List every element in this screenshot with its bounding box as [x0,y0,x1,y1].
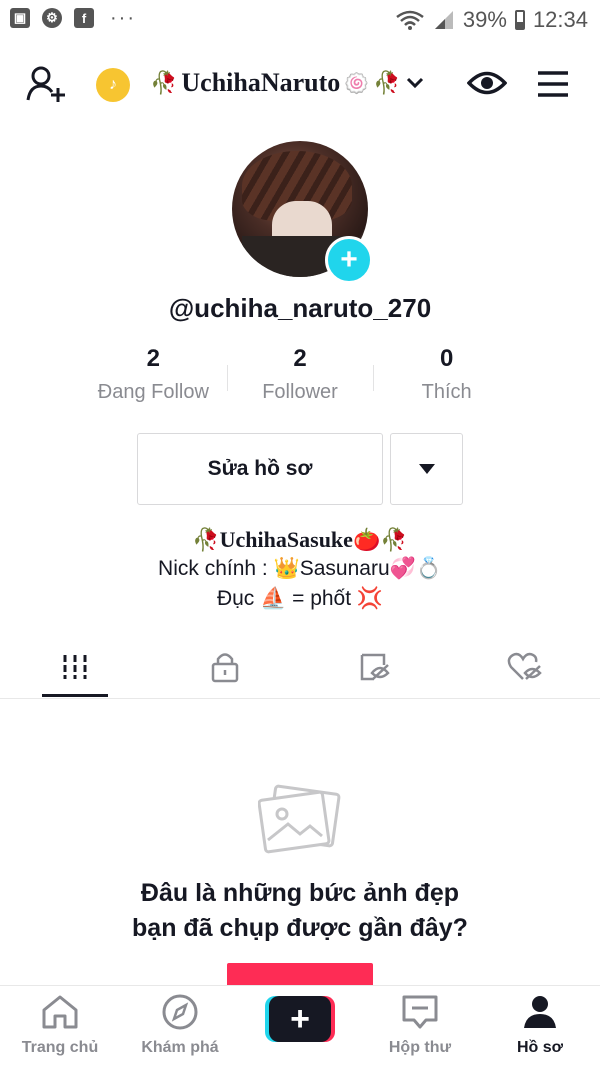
rose-icon: 🥀 [150,70,178,95]
empty-state-title: Đâu là những bức ảnh đẹp bạn đã chụp đượ… [0,876,600,946]
eye-icon[interactable] [467,66,507,100]
battery-percent: 39% [462,7,507,32]
nav-profile-label: Hồ sơ [516,1039,564,1056]
account-switcher[interactable]: 🥀 UchihaNaruto 🍥 🥀 [150,68,425,98]
signal-icon [434,11,453,29]
add-avatar-icon[interactable]: + [325,236,373,284]
rose-icon: 🥀 [373,70,401,95]
bio-line: Đục ⛵ = phốt 💢 [216,587,384,610]
following-stat[interactable]: 2 Đang Follow [80,345,227,415]
likes-stat[interactable]: 0 Thích [373,345,520,415]
liked-hidden-icon [507,652,542,680]
photos-icon [257,784,342,859]
edit-profile-button[interactable]: Sửa hồ sơ [137,433,383,505]
hidden-video-icon [360,653,390,681]
empty-state-line: Đâu là những bức ảnh đẹp [140,879,460,907]
bottom-nav: Trang chủ Khám phá + Hộp thư Hồ sơ [0,985,600,1068]
inbox-icon [402,995,438,1029]
home-icon [42,995,78,1029]
nav-inbox-label: Hộp thư [388,1039,452,1056]
more-notifications-icon: ··· [110,7,136,29]
following-count: 2 [146,345,161,372]
divider [373,365,374,391]
likes-count: 0 [440,345,454,372]
bio-line: 🥀UchihaSasuke🍅🥀 [0,527,600,553]
tab-liked[interactable] [450,638,600,696]
chevron-down-icon [406,77,423,89]
profile-header: ♪ 🥀 UchihaNaruto 🍥 🥀 [0,56,600,112]
caret-down-icon [418,464,435,474]
tab-hidden[interactable] [300,638,450,696]
gallery-icon: ▣ [10,8,30,28]
nav-home-label: Trang chủ [21,1039,99,1056]
followers-label: Follower [262,381,338,403]
content-tabs [0,638,600,699]
active-tab-indicator [42,694,108,697]
bio-name: UchihaSasuke [219,527,353,552]
rose-icon: 🥀 [380,527,408,552]
lock-icon [211,653,239,683]
profile-icon [524,996,556,1028]
bio-line: Nick chính : 👑Sasunaru💞💍 [158,557,442,580]
tomato-icon: 🍅 [352,527,381,552]
create-button[interactable]: + [265,996,335,1042]
tab-private[interactable] [150,638,300,696]
menu-icon[interactable] [536,70,570,98]
username: @uchiha_naruto_270 [168,293,432,323]
wifi-icon [396,10,424,30]
nav-profile[interactable]: Hồ sơ [480,994,600,1057]
dropdown-button[interactable] [390,433,463,505]
followers-stat[interactable]: 2 Follower [227,345,374,415]
coin-icon[interactable]: ♪ [96,68,130,102]
following-label: Đang Follow [97,381,209,403]
facebook-icon: f [74,8,94,28]
nav-discover[interactable]: Khám phá [120,994,240,1057]
tab-videos[interactable] [0,638,150,696]
compass-icon [162,994,198,1030]
display-name: UchihaNaruto [181,68,341,97]
battery-icon [514,10,525,30]
followers-count: 2 [293,345,307,372]
divider [227,365,228,391]
swirl-icon: 🍥 [344,72,370,95]
nav-home[interactable]: Trang chủ [0,994,120,1057]
likes-label: Thích [421,381,472,403]
nav-discover-label: Khám phá [141,1039,219,1056]
clock: 12:34 [532,7,588,32]
upload-photos-button[interactable] [227,963,373,985]
nav-inbox[interactable]: Hộp thư [360,994,480,1057]
profile-stats: 2 Đang Follow 2 Follower 0 Thích [80,345,520,415]
status-bar: ▣ ⚙ f ··· 39% 12:34 [0,0,600,40]
settings-icon: ⚙ [42,8,62,28]
grid-icon [63,655,87,679]
plus-icon: + [269,996,331,1042]
add-user-icon[interactable] [26,64,68,104]
rose-icon: 🥀 [192,527,220,552]
empty-state-line: bạn đã chụp được gần đây? [132,914,468,942]
